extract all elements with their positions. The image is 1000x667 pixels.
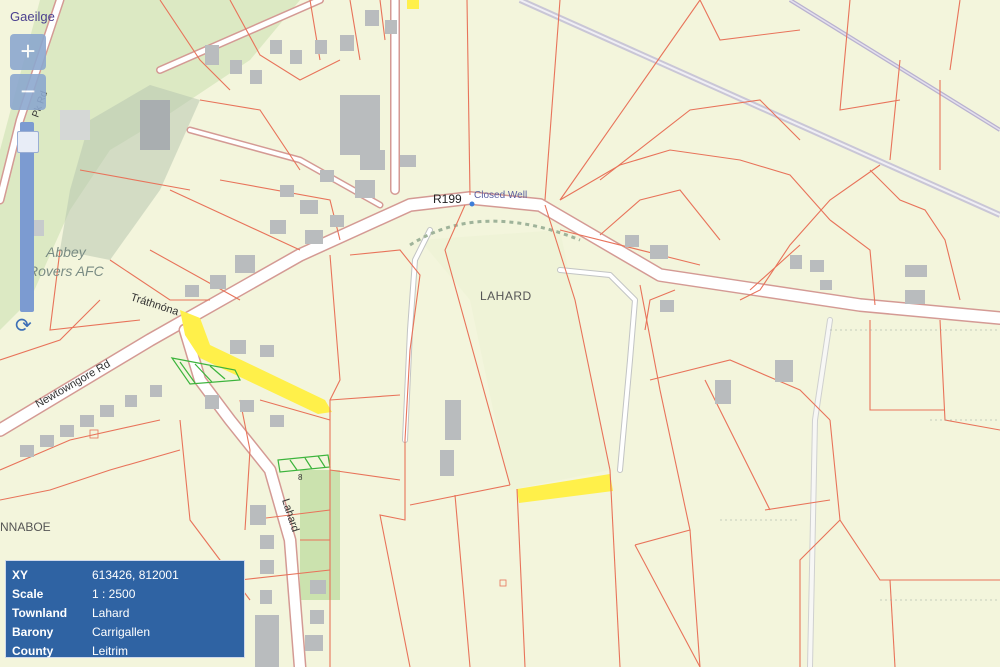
language-link[interactable]: Gaeilge bbox=[10, 9, 55, 24]
info-row-townland: Townland Lahard bbox=[6, 603, 244, 622]
info-value: Carrigallen bbox=[92, 624, 151, 639]
label-townland-lahard: LAHARD bbox=[480, 289, 532, 303]
info-key: Scale bbox=[12, 586, 44, 601]
label-r199: R199 bbox=[433, 192, 462, 206]
label-house-number: 8 bbox=[298, 473, 303, 482]
label-nnaboe: NNABOE bbox=[0, 520, 51, 534]
info-value: Lahard bbox=[92, 605, 130, 620]
info-value: 1 : 2500 bbox=[92, 586, 136, 601]
label-abbey: Abbey bbox=[45, 244, 87, 260]
info-key: County bbox=[12, 643, 54, 658]
info-key: XY bbox=[12, 567, 29, 582]
info-key: Townland bbox=[12, 605, 68, 620]
info-value: 613426, 812001 bbox=[92, 567, 179, 582]
info-row-xy: XY 613426, 812001 bbox=[6, 565, 244, 584]
info-value: Leitrim bbox=[92, 643, 129, 658]
info-panel: XY 613426, 812001 Scale 1 : 2500 Townlan… bbox=[5, 560, 245, 658]
info-row-barony: Barony Carrigallen bbox=[6, 622, 244, 641]
info-row-scale: Scale 1 : 2500 bbox=[6, 584, 244, 603]
refresh-icon[interactable]: ⟳ bbox=[15, 316, 32, 336]
zoom-slider-handle[interactable] bbox=[17, 130, 39, 153]
label-closed-well: Closed Well bbox=[474, 190, 527, 201]
zoom-in-button[interactable]: + bbox=[10, 34, 46, 70]
info-key: Barony bbox=[12, 624, 54, 639]
info-row-county: County Leitrim bbox=[6, 641, 244, 660]
label-rovers: Rovers AFC bbox=[28, 263, 105, 279]
zoom-out-button[interactable]: − bbox=[10, 74, 46, 110]
